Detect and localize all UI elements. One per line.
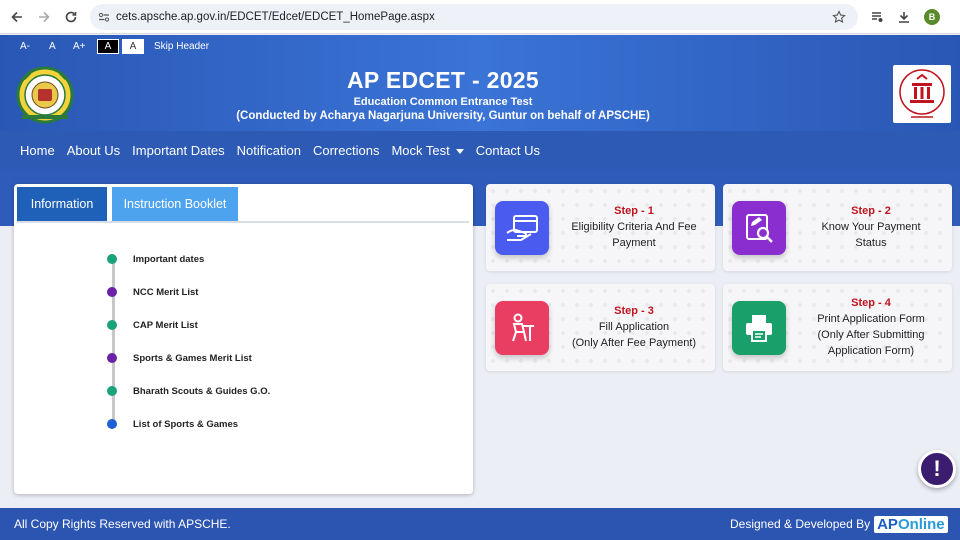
search-document-icon bbox=[732, 201, 786, 255]
step-4-title-2: (Only After Submitting bbox=[817, 328, 925, 341]
step-2-label: Step - 2 bbox=[851, 204, 891, 217]
step-3-title-2: (Only After Fee Payment) bbox=[571, 336, 697, 349]
aponline-logo[interactable]: APOnline bbox=[874, 515, 948, 533]
timeline-label: CAP Merit List bbox=[133, 319, 198, 331]
person-at-desk-icon bbox=[495, 301, 549, 355]
profile-avatar[interactable]: B bbox=[924, 9, 940, 25]
timeline-label: Bharath Scouts & Guides G.O. bbox=[133, 385, 271, 397]
address-bar[interactable]: cets.apsche.ap.gov.in/EDCET/Edcet/EDCET_… bbox=[90, 4, 858, 30]
timeline-label: Sports & Games Merit List bbox=[133, 352, 252, 364]
tab-information[interactable]: Information bbox=[17, 187, 107, 221]
step-4-text: Step - 4 Print Application Form (Only Af… bbox=[793, 284, 949, 371]
timeline-item[interactable]: Important dates bbox=[107, 251, 204, 267]
step-4-card[interactable]: Step - 4 Print Application Form (Only Af… bbox=[723, 284, 952, 371]
timeline-track bbox=[112, 256, 115, 426]
timeline-item[interactable]: CAP Merit List bbox=[107, 317, 198, 333]
information-panel: Information Instruction Booklet Importan… bbox=[14, 184, 473, 494]
timeline-dot bbox=[107, 419, 117, 429]
back-icon[interactable] bbox=[6, 6, 28, 28]
designed-by: Designed & Developed By APOnline bbox=[730, 515, 948, 533]
font-decrease-button[interactable]: A- bbox=[20, 41, 30, 52]
dark-theme-button[interactable]: A bbox=[97, 39, 119, 54]
page-title: AP EDCET - 2025 bbox=[347, 67, 539, 93]
timeline-label: Important dates bbox=[133, 253, 205, 265]
step-1-card[interactable]: Step - 1 Eligibility Criteria And Fee Pa… bbox=[486, 184, 715, 271]
media-controls-icon[interactable] bbox=[866, 6, 888, 28]
site-footer: All Copy Rights Reserved with APSCHE. De… bbox=[0, 508, 960, 540]
apsche-logo bbox=[893, 65, 951, 123]
designed-by-text: Designed & Developed By bbox=[730, 517, 871, 531]
printer-icon bbox=[732, 301, 786, 355]
step-3-text: Step - 3 Fill Application (Only After Fe… bbox=[556, 284, 712, 371]
light-theme-button[interactable]: A bbox=[122, 39, 144, 54]
timeline-dot bbox=[107, 254, 117, 264]
main-nav: Home About Us Important Dates Notificati… bbox=[0, 131, 960, 169]
copyright-text: All Copy Rights Reserved with APSCHE. bbox=[14, 517, 231, 531]
step-4-label: Step - 4 bbox=[851, 296, 891, 309]
step-4-title-3: Application Form) bbox=[827, 344, 915, 357]
nav-contact-us[interactable]: Contact Us bbox=[476, 143, 540, 158]
site-header: A- A A+ A A Skip Header AP EDCET - 2025 … bbox=[0, 35, 960, 131]
nav-mock-test[interactable]: Mock Test bbox=[391, 142, 464, 158]
payment-card-icon bbox=[495, 201, 549, 255]
timeline-dot bbox=[107, 353, 117, 363]
aponline-logo-ap: AP bbox=[877, 515, 898, 533]
timeline-dot bbox=[107, 287, 117, 297]
step-2-card[interactable]: Step - 2 Know Your Payment Status bbox=[723, 184, 952, 271]
step-2-title: Know Your Payment bbox=[821, 220, 921, 233]
chevron-down-icon bbox=[455, 148, 464, 154]
nav-about-us[interactable]: About Us bbox=[67, 143, 120, 158]
timeline-label: List of Sports & Games bbox=[133, 418, 239, 430]
step-1-title-2: Payment bbox=[612, 236, 656, 249]
step-1-title: Eligibility Criteria And Fee bbox=[571, 220, 697, 233]
timeline-dot bbox=[107, 320, 117, 330]
download-icon[interactable] bbox=[893, 6, 915, 28]
aponline-logo-online: Online bbox=[897, 515, 945, 533]
forward-icon[interactable] bbox=[33, 6, 55, 28]
nav-home[interactable]: Home bbox=[20, 143, 55, 158]
step-3-label: Step - 3 bbox=[614, 304, 654, 317]
nav-important-dates[interactable]: Important Dates bbox=[132, 143, 225, 158]
bookmark-star-icon[interactable] bbox=[832, 10, 846, 24]
skip-header-link[interactable]: Skip Header bbox=[154, 41, 209, 52]
browser-toolbar: cets.apsche.ap.gov.in/EDCET/Edcet/EDCET_… bbox=[0, 0, 960, 34]
step-2-title-2: Status bbox=[855, 236, 887, 249]
page-subtitle: Education Common Entrance Test bbox=[353, 96, 533, 108]
nav-corrections[interactable]: Corrections bbox=[313, 143, 379, 158]
site-info-icon[interactable] bbox=[98, 11, 110, 23]
step-1-label: Step - 1 bbox=[614, 204, 654, 217]
font-normal-button[interactable]: A bbox=[49, 41, 56, 52]
step-3-card[interactable]: Step - 3 Fill Application (Only After Fe… bbox=[486, 284, 715, 371]
timeline-item[interactable]: Bharath Scouts & Guides G.O. bbox=[107, 383, 270, 399]
reload-icon[interactable] bbox=[60, 6, 82, 28]
timeline-item[interactable]: NCC Merit List bbox=[107, 284, 198, 300]
font-increase-button[interactable]: A+ bbox=[73, 41, 86, 52]
tab-divider bbox=[17, 221, 469, 223]
timeline-item[interactable]: Sports & Games Merit List bbox=[107, 350, 252, 366]
step-3-title: Fill Application bbox=[598, 320, 670, 333]
conducted-by-text: (Conducted by Acharya Nagarjuna Universi… bbox=[236, 110, 650, 122]
timeline-label: NCC Merit List bbox=[133, 286, 199, 298]
nav-notification[interactable]: Notification bbox=[237, 143, 301, 158]
tab-instruction-booklet[interactable]: Instruction Booklet bbox=[112, 187, 238, 221]
timeline-dot bbox=[107, 386, 117, 396]
step-2-text: Step - 2 Know Your Payment Status bbox=[793, 184, 949, 271]
timeline-item[interactable]: List of Sports & Games bbox=[107, 416, 238, 432]
step-4-title: Print Application Form bbox=[817, 312, 925, 325]
url-text: cets.apsche.ap.gov.in/EDCET/Edcet/EDCET_… bbox=[116, 11, 435, 23]
info-fab-button[interactable]: ! bbox=[918, 450, 956, 488]
step-1-text: Step - 1 Eligibility Criteria And Fee Pa… bbox=[556, 184, 712, 271]
nav-mock-test-label: Mock Test bbox=[391, 142, 450, 158]
